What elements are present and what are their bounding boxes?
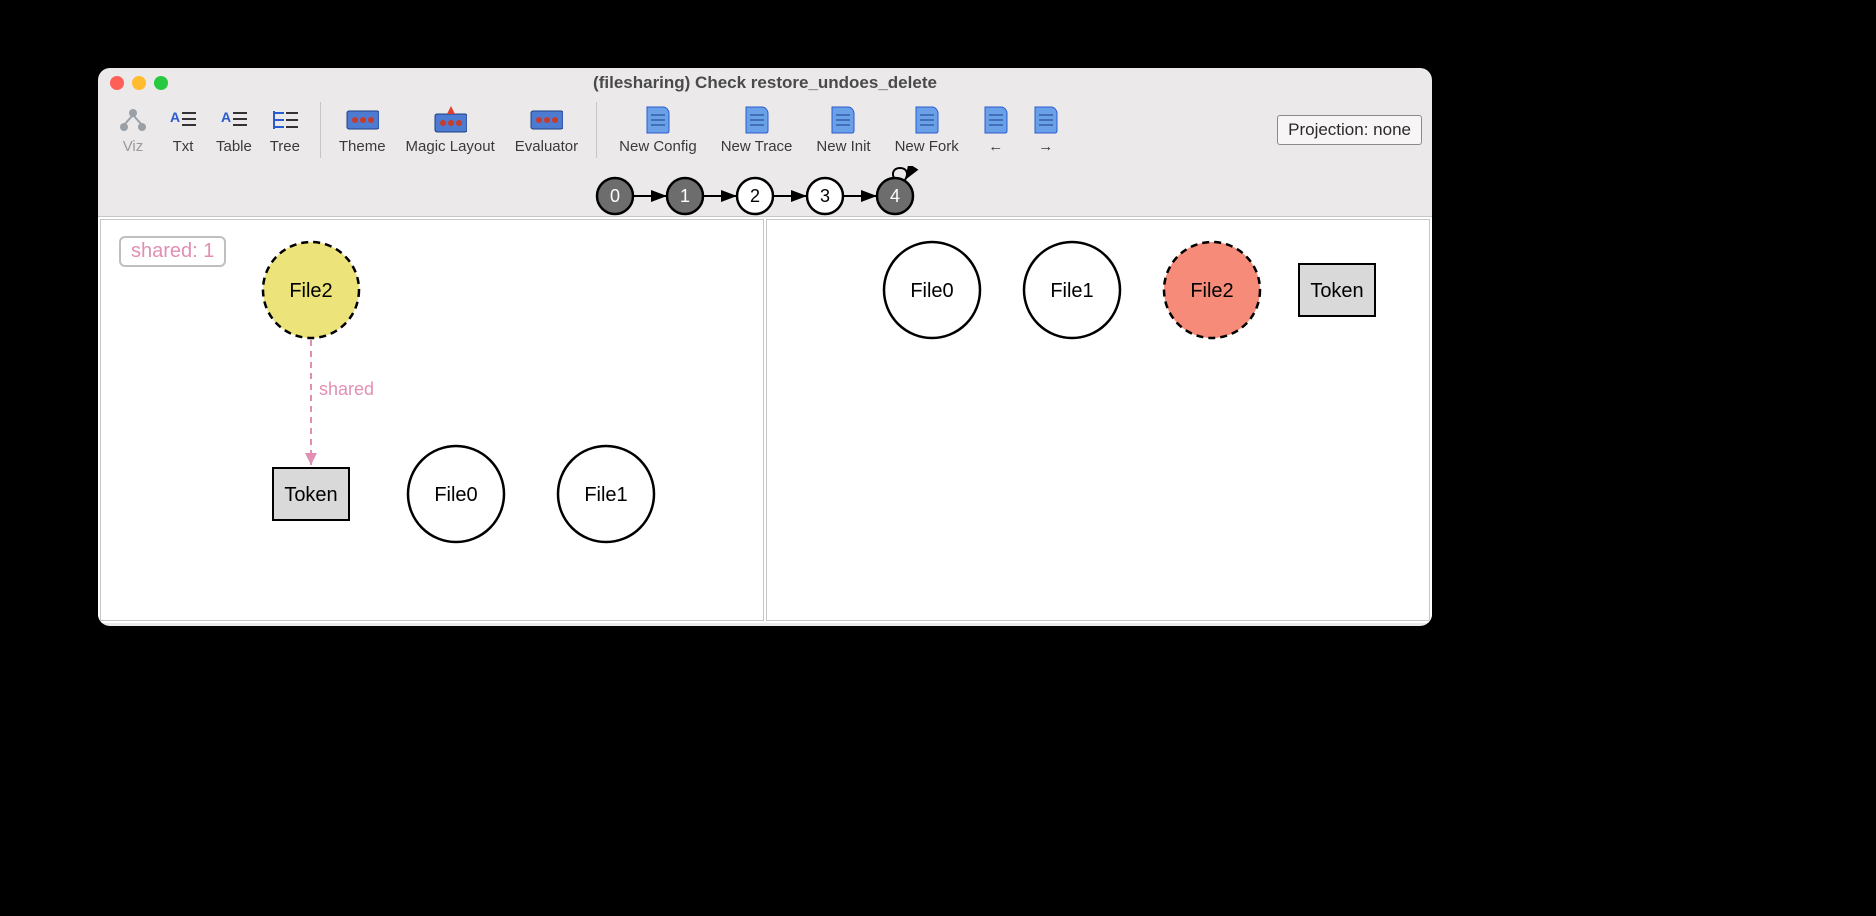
svg-text:File1: File1 <box>1050 280 1093 302</box>
new-trace-button[interactable]: New Trace <box>709 104 805 157</box>
panes: shared: 1 File2 shared Toke <box>98 216 1432 623</box>
new-trace-label: New Trace <box>721 138 793 155</box>
magic-layout-icon <box>433 106 467 134</box>
svg-text:1: 1 <box>680 186 690 206</box>
new-config-label: New Config <box>619 138 697 155</box>
node-token[interactable]: Token <box>1299 264 1375 316</box>
close-icon[interactable] <box>110 76 124 90</box>
right-graph: File0 File1 File2 Token <box>767 220 1427 620</box>
tree-button[interactable]: Tree <box>260 104 310 157</box>
svg-text:Token: Token <box>284 484 337 506</box>
document-icon <box>641 106 675 134</box>
svg-text:A: A <box>221 109 231 125</box>
new-init-label: New Init <box>816 138 870 155</box>
evaluator-button[interactable]: Evaluator <box>507 104 586 157</box>
txt-icon: A <box>166 106 200 134</box>
svg-text:A: A <box>170 109 180 125</box>
document-icon <box>1029 106 1063 134</box>
separator <box>320 102 321 158</box>
left-pane[interactable]: shared: 1 File2 shared Toke <box>100 219 764 621</box>
back-button[interactable]: ← <box>971 104 1021 157</box>
magic-layout-label: Magic Layout <box>406 138 495 155</box>
minimize-icon[interactable] <box>132 76 146 90</box>
trace-step-4[interactable]: 4 <box>877 178 913 214</box>
window-title: (filesharing) Check restore_undoes_delet… <box>98 73 1432 93</box>
viz-label: Viz <box>123 138 144 155</box>
tree-label: Tree <box>270 138 300 155</box>
titlebar: (filesharing) Check restore_undoes_delet… <box>98 68 1432 98</box>
back-label: ← <box>988 138 1003 155</box>
node-file1[interactable]: File1 <box>1024 242 1120 338</box>
table-button[interactable]: A Table <box>208 104 260 157</box>
evaluator-icon <box>529 106 563 134</box>
theme-icon <box>345 106 379 134</box>
trace-step-3[interactable]: 3 <box>807 178 843 214</box>
node-file0[interactable]: File0 <box>408 446 504 542</box>
document-icon <box>740 106 774 134</box>
svg-text:File2: File2 <box>289 280 332 302</box>
magic-layout-button[interactable]: Magic Layout <box>394 104 507 157</box>
edge-label: shared <box>319 379 374 399</box>
shared-count-box: shared: 1 <box>119 236 226 267</box>
document-icon <box>910 106 944 134</box>
trace-step-0[interactable]: 0 <box>597 178 633 214</box>
fwd-button[interactable]: → <box>1021 104 1071 157</box>
right-pane[interactable]: File0 File1 File2 Token <box>766 219 1430 621</box>
new-init-button[interactable]: New Init <box>804 104 882 157</box>
node-token[interactable]: Token <box>273 468 349 520</box>
svg-text:3: 3 <box>820 186 830 206</box>
table-icon: A <box>217 106 251 134</box>
svg-text:0: 0 <box>610 186 620 206</box>
theme-label: Theme <box>339 138 386 155</box>
svg-text:File0: File0 <box>910 280 953 302</box>
txt-label: Txt <box>173 138 194 155</box>
new-config-button[interactable]: New Config <box>607 104 709 157</box>
node-file0[interactable]: File0 <box>884 242 980 338</box>
tree-icon <box>268 106 302 134</box>
evaluator-label: Evaluator <box>515 138 578 155</box>
fwd-label: → <box>1038 138 1053 155</box>
new-fork-button[interactable]: New Fork <box>883 104 971 157</box>
svg-text:2: 2 <box>750 186 760 206</box>
projection-box[interactable]: Projection: none <box>1277 115 1422 145</box>
table-label: Table <box>216 138 252 155</box>
trace-step-1[interactable]: 1 <box>667 178 703 214</box>
window: (filesharing) Check restore_undoes_delet… <box>98 68 1432 626</box>
traffic-lights <box>110 76 168 90</box>
toolbar: Viz A Txt A Table Tree <box>98 98 1432 166</box>
trace-bar: 0 1 2 3 4 <box>98 166 1432 216</box>
zoom-icon[interactable] <box>154 76 168 90</box>
svg-text:4: 4 <box>890 186 900 206</box>
document-icon <box>826 106 860 134</box>
trace-steps-svg: 0 1 2 3 4 <box>585 166 945 216</box>
svg-text:File2: File2 <box>1190 280 1233 302</box>
trace-step-2[interactable]: 2 <box>737 178 773 214</box>
separator <box>596 102 597 158</box>
svg-text:Token: Token <box>1310 280 1363 302</box>
new-fork-label: New Fork <box>895 138 959 155</box>
node-file1[interactable]: File1 <box>558 446 654 542</box>
viz-button[interactable]: Viz <box>108 104 158 157</box>
svg-text:File0: File0 <box>434 484 477 506</box>
theme-button[interactable]: Theme <box>331 104 394 157</box>
node-file2[interactable]: File2 <box>263 242 359 338</box>
viz-icon <box>116 106 150 134</box>
txt-button[interactable]: A Txt <box>158 104 208 157</box>
svg-text:File1: File1 <box>584 484 627 506</box>
document-icon <box>979 106 1013 134</box>
node-file2[interactable]: File2 <box>1164 242 1260 338</box>
left-graph: File2 shared Token File0 File1 <box>101 220 761 620</box>
